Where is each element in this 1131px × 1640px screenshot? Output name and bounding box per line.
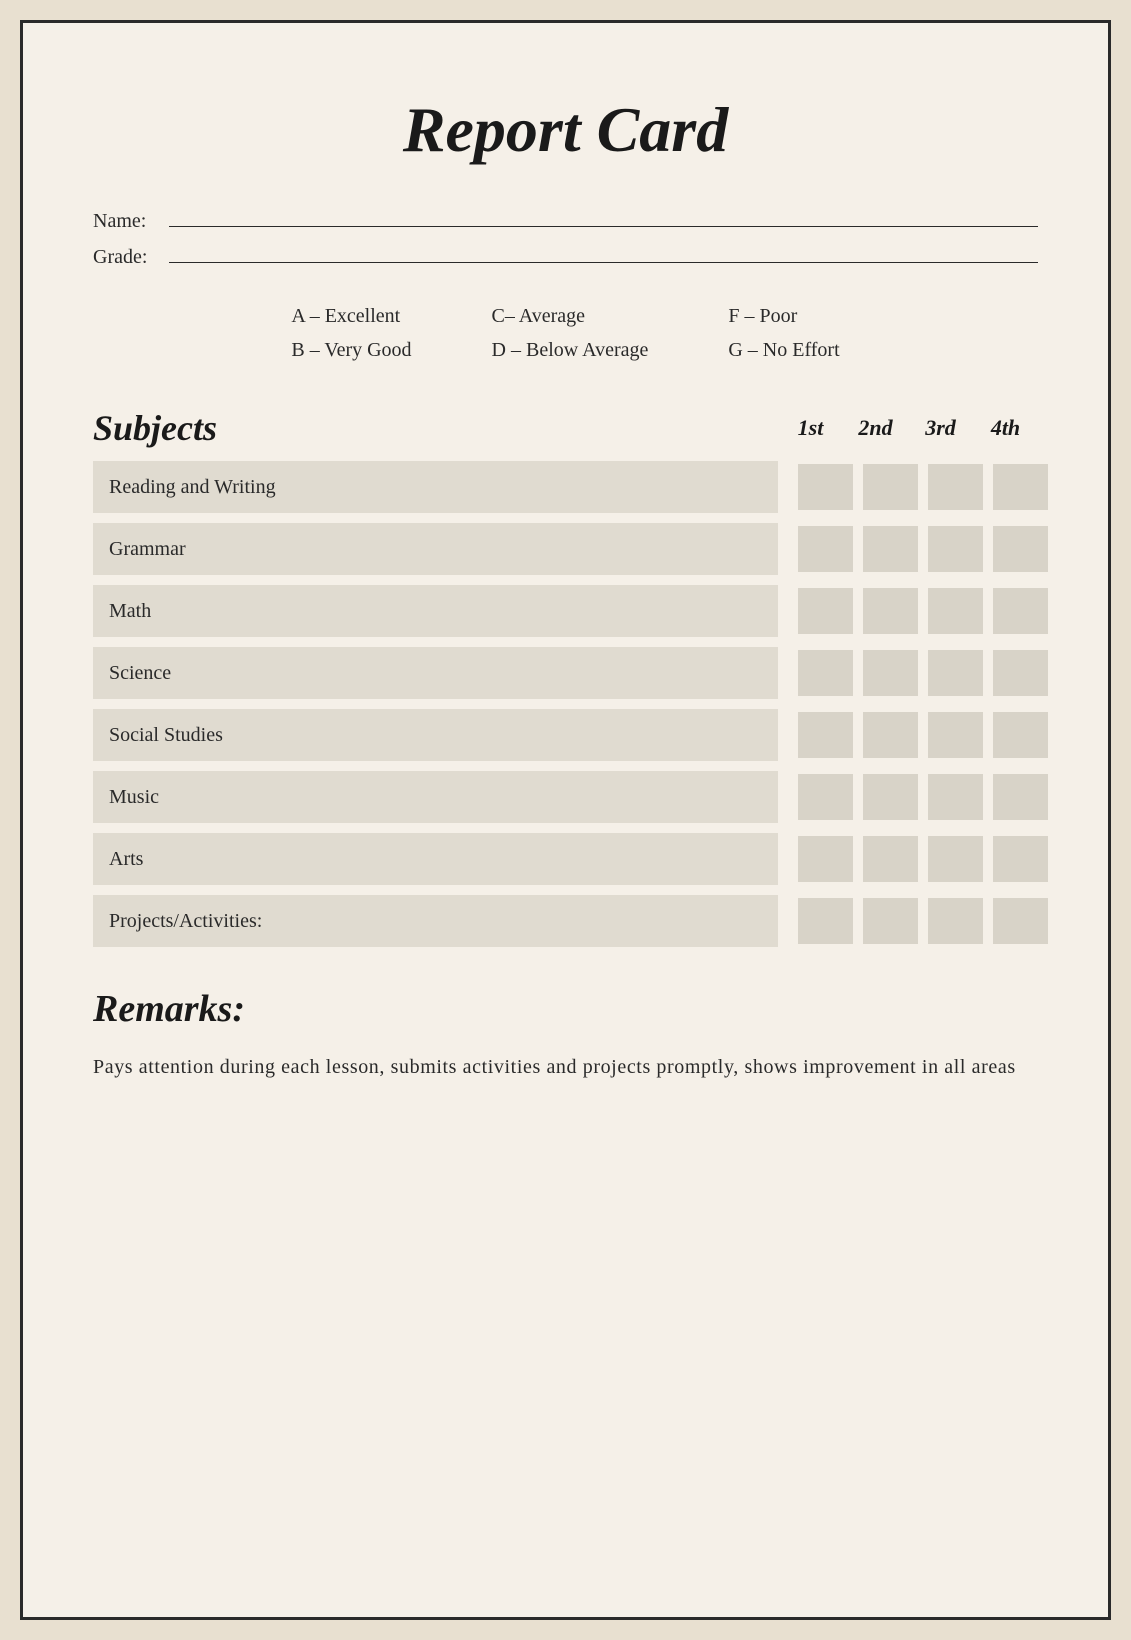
grade-box-q1[interactable]: [798, 588, 853, 634]
grade-box-q4[interactable]: [993, 712, 1048, 758]
grade-boxes: [778, 898, 1038, 944]
grade-box-q2[interactable]: [863, 464, 918, 510]
table-row: Science: [93, 647, 1038, 699]
legend-item-d: D – Below Average: [492, 333, 649, 367]
legend-col-2: C– Average D – Below Average: [492, 299, 649, 367]
table-row: Grammar: [93, 523, 1038, 575]
quarter-4-label: 4th: [973, 415, 1038, 441]
grade-boxes: [778, 526, 1038, 572]
student-fields: Name: Grade:: [93, 207, 1038, 269]
subject-name: Social Studies: [93, 709, 778, 761]
grade-box-q2[interactable]: [863, 774, 918, 820]
table-row: Arts: [93, 833, 1038, 885]
report-card-page: Report Card Name: Grade: A – Excellent B…: [20, 20, 1111, 1620]
subject-name: Arts: [93, 833, 778, 885]
legend-item-g: G – No Effort: [728, 333, 839, 367]
legend-col-3: F – Poor G – No Effort: [728, 299, 839, 367]
grade-legend: A – Excellent B – Very Good C– Average D…: [93, 299, 1038, 367]
grade-line: [169, 243, 1038, 263]
grade-box-q4[interactable]: [993, 650, 1048, 696]
grade-box-q3[interactable]: [928, 774, 983, 820]
subject-name: Science: [93, 647, 778, 699]
quarter-headers: 1st 2nd 3rd 4th: [778, 415, 1038, 441]
grade-box-q1[interactable]: [798, 898, 853, 944]
page-title: Report Card: [93, 93, 1038, 167]
grade-box-q1[interactable]: [798, 526, 853, 572]
grade-boxes: [778, 774, 1038, 820]
grade-row: Grade:: [93, 243, 1038, 269]
grade-box-q2[interactable]: [863, 588, 918, 634]
grade-box-q4[interactable]: [993, 464, 1048, 510]
table-row: Social Studies: [93, 709, 1038, 761]
table-row: Math: [93, 585, 1038, 637]
grade-box-q2[interactable]: [863, 836, 918, 882]
grade-box-q3[interactable]: [928, 712, 983, 758]
subject-name: Math: [93, 585, 778, 637]
table-row: Music: [93, 771, 1038, 823]
grade-label: Grade:: [93, 246, 163, 269]
subject-name: Reading and Writing: [93, 461, 778, 513]
grade-boxes: [778, 712, 1038, 758]
grade-box-q3[interactable]: [928, 836, 983, 882]
subject-name: Music: [93, 771, 778, 823]
legend-col-1: A – Excellent B – Very Good: [291, 299, 411, 367]
grade-box-q1[interactable]: [798, 650, 853, 696]
legend-item-b: B – Very Good: [291, 333, 411, 367]
grade-boxes: [778, 588, 1038, 634]
grade-box-q4[interactable]: [993, 526, 1048, 572]
grade-box-q3[interactable]: [928, 526, 983, 572]
grade-box-q1[interactable]: [798, 836, 853, 882]
grade-box-q3[interactable]: [928, 650, 983, 696]
grade-boxes: [778, 464, 1038, 510]
subject-name: Grammar: [93, 523, 778, 575]
grade-box-q2[interactable]: [863, 898, 918, 944]
legend-item-f: F – Poor: [728, 299, 839, 333]
grade-box-q1[interactable]: [798, 774, 853, 820]
remarks-text: Pays attention during each lesson, submi…: [93, 1049, 1038, 1085]
name-row: Name:: [93, 207, 1038, 233]
subject-name: Projects/Activities:: [93, 895, 778, 947]
table-row: Reading and Writing: [93, 461, 1038, 513]
grade-box-q1[interactable]: [798, 464, 853, 510]
legend-item-a: A – Excellent: [291, 299, 411, 333]
grade-box-q2[interactable]: [863, 526, 918, 572]
grade-box-q2[interactable]: [863, 712, 918, 758]
subjects-header: Subjects 1st 2nd 3rd 4th: [93, 407, 1038, 449]
grade-box-q3[interactable]: [928, 464, 983, 510]
table-row: Projects/Activities:: [93, 895, 1038, 947]
subjects-list: Reading and Writing Grammar Math Science Soc…: [93, 461, 1038, 947]
grade-box-q3[interactable]: [928, 588, 983, 634]
quarter-1-label: 1st: [778, 415, 843, 441]
name-label: Name:: [93, 210, 163, 233]
grade-box-q4[interactable]: [993, 836, 1048, 882]
grade-box-q1[interactable]: [798, 712, 853, 758]
legend-item-c: C– Average: [492, 299, 649, 333]
quarter-3-label: 3rd: [908, 415, 973, 441]
grade-box-q4[interactable]: [993, 774, 1048, 820]
grade-box-q2[interactable]: [863, 650, 918, 696]
grade-boxes: [778, 650, 1038, 696]
name-line: [169, 207, 1038, 227]
remarks-title: Remarks:: [93, 987, 1038, 1031]
remarks-section: Remarks: Pays attention during each less…: [93, 987, 1038, 1085]
quarter-2-label: 2nd: [843, 415, 908, 441]
grade-box-q4[interactable]: [993, 898, 1048, 944]
subjects-title: Subjects: [93, 407, 778, 449]
grade-box-q4[interactable]: [993, 588, 1048, 634]
grade-boxes: [778, 836, 1038, 882]
grade-box-q3[interactable]: [928, 898, 983, 944]
